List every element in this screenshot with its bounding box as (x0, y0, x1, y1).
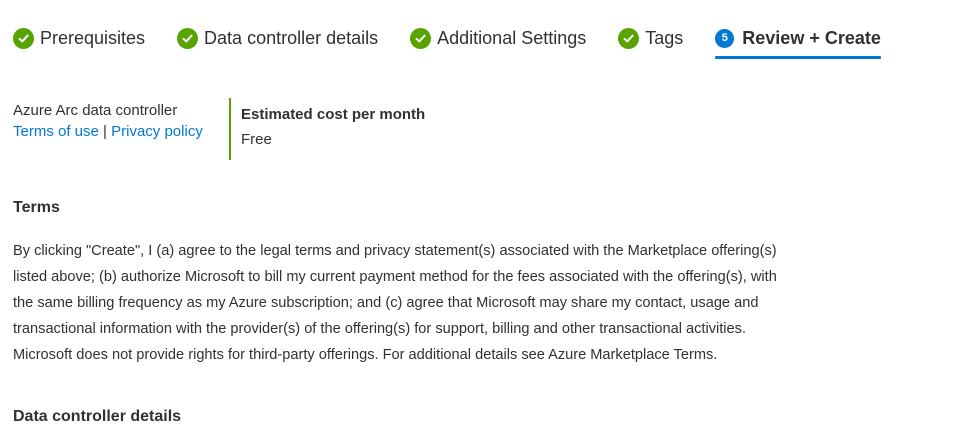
wizard-tabs: Prerequisites Data controller details Ad… (13, 22, 913, 59)
terms-line: listed above; (b) authorize Microsoft to… (13, 269, 777, 285)
checkmark-circle-icon (177, 27, 199, 49)
product-name: Azure Arc data controller (13, 102, 178, 119)
tab-tags[interactable]: Tags (618, 22, 683, 54)
link-separator: | (103, 123, 107, 140)
tab-review-create[interactable]: 5 Review + Create (715, 22, 881, 59)
tab-label: Additional Settings (437, 27, 587, 48)
tab-label: Data controller details (204, 27, 379, 48)
product-info: Azure Arc data controller Terms of use |… (13, 98, 229, 160)
tab-data-controller-details[interactable]: Data controller details (177, 22, 378, 54)
cost-estimate: Estimated cost per month Free (241, 98, 425, 160)
tab-label: Tags (645, 27, 684, 48)
tab-label: Review + Create (742, 27, 881, 48)
terms-line: By clicking "Create", I (a) agree to the… (13, 243, 777, 259)
privacy-policy-link[interactable]: Privacy policy (111, 123, 203, 140)
cost-title: Estimated cost per month (241, 106, 426, 123)
terms-of-use-link[interactable]: Terms of use (13, 123, 99, 140)
review-create-page: Prerequisites Data controller details Ad… (0, 0, 975, 445)
tab-additional-settings[interactable]: Additional Settings (410, 22, 586, 54)
tab-prerequisites[interactable]: Prerequisites (13, 22, 145, 54)
cost-divider (229, 98, 231, 160)
checkmark-circle-icon (410, 27, 432, 49)
terms-line: Microsoft does not provide rights for th… (13, 347, 718, 363)
terms-line: the same billing frequency as my Azure s… (13, 295, 759, 311)
cost-value: Free (241, 131, 272, 148)
product-summary: Azure Arc data controller Terms of use |… (13, 98, 425, 160)
legal-links: Terms of use | Privacy policy (13, 121, 229, 143)
checkmark-circle-icon (13, 27, 34, 49)
terms-line: transactional information with the provi… (13, 321, 747, 337)
data-controller-details-heading: Data controller details (13, 408, 182, 425)
terms-heading: Terms (13, 199, 60, 216)
terms-text: By clicking "Create", I (a) agree to the… (13, 238, 873, 368)
checkmark-circle-icon (618, 27, 640, 49)
step-number-icon: 5 (715, 28, 735, 48)
tab-label: Prerequisites (40, 27, 146, 48)
